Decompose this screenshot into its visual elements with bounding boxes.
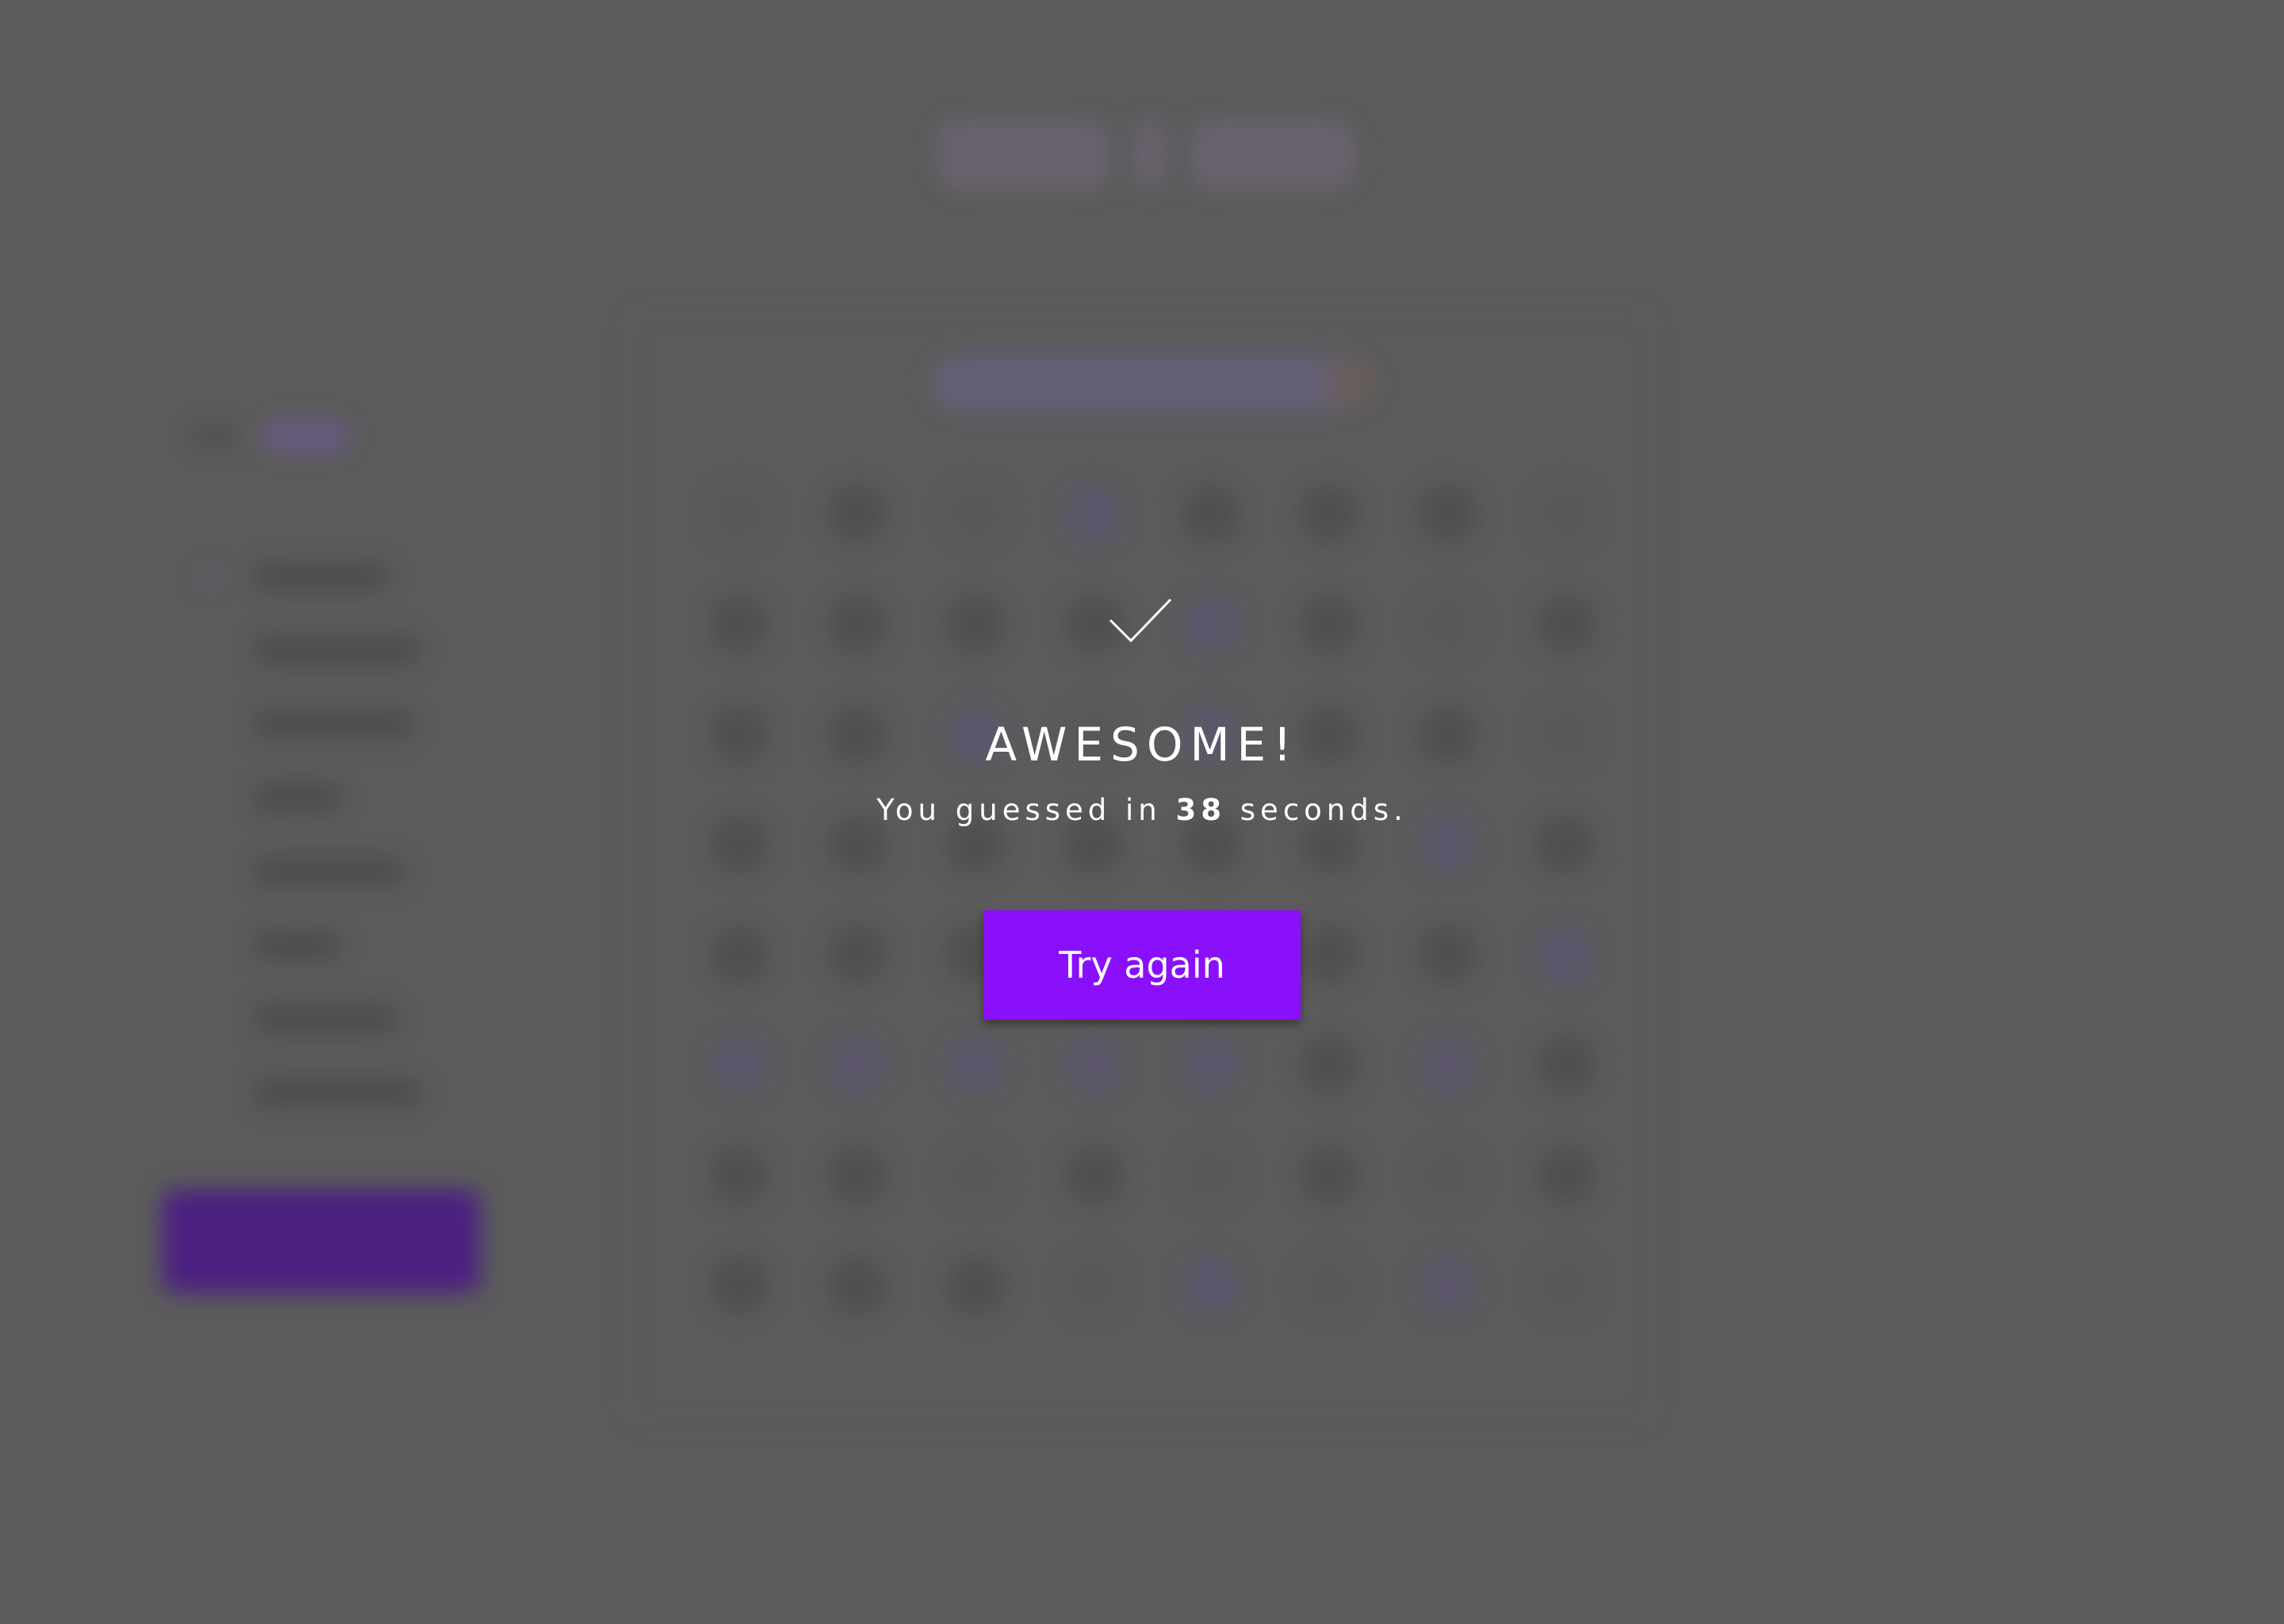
checkmark-icon [1109, 598, 1172, 643]
try-again-button[interactable]: Try again [983, 910, 1301, 1020]
message-suffix: seconds. [1240, 793, 1408, 827]
message-prefix: You guessed in [876, 793, 1162, 827]
success-dialog: AWESOME! You guessed in 38 seconds. Try … [0, 0, 2284, 1624]
app-stage: AWESOME! You guessed in 38 seconds. Try … [0, 0, 2284, 1624]
elapsed-seconds: 38 [1175, 793, 1227, 827]
dialog-message: You guessed in 38 seconds. [0, 793, 2284, 827]
dialog-title: AWESOME! [985, 718, 1299, 772]
